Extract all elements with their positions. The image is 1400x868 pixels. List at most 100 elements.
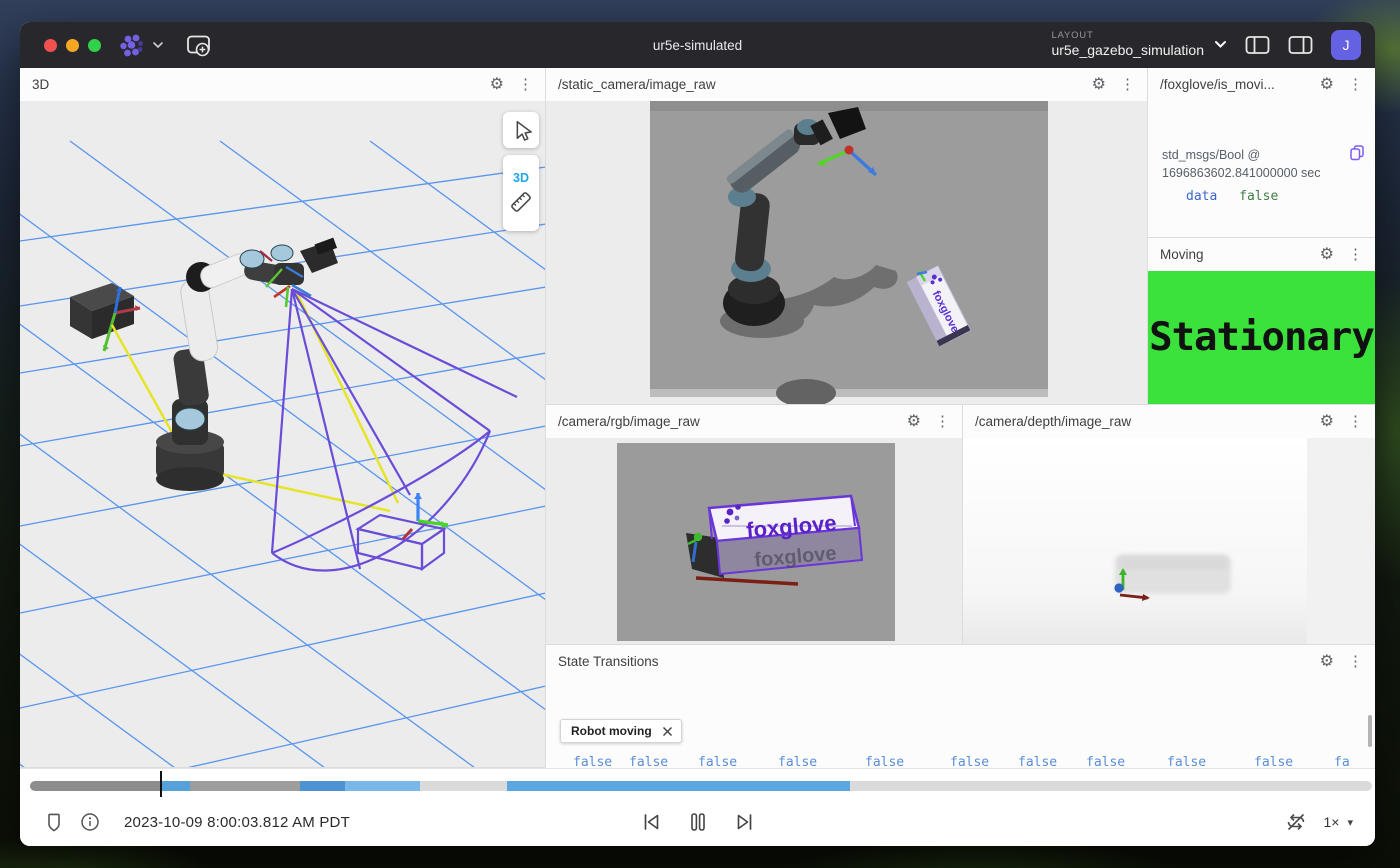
state-value-label: fa [1334, 755, 1350, 768]
depth-camera-image[interactable] [963, 438, 1375, 644]
scrubber-track[interactable] [30, 781, 1372, 791]
info-icon[interactable] [80, 812, 100, 832]
panel-menu-icon[interactable]: ⋮ [1340, 654, 1365, 669]
playback-speed-button[interactable]: 1× ▾ [1324, 814, 1354, 830]
panel-menu-icon[interactable]: ⋮ [927, 414, 952, 429]
layout-name: ur5e_gazebo_simulation [1051, 42, 1204, 58]
settings-gear-icon[interactable]: ⚙ [1314, 414, 1340, 430]
right-sidebar-toggle-button[interactable] [1288, 35, 1313, 55]
rgb-camera-image[interactable]: foxglove foxglove [546, 438, 962, 644]
scrubber-segment [345, 781, 420, 791]
scrubber-segment [850, 781, 1372, 791]
panel-menu-icon[interactable]: ⋮ [510, 77, 535, 92]
window-title: ur5e-simulated [653, 22, 742, 68]
playback-bar: 2023-10-09 8:00:03.812 AM PDT [20, 768, 1375, 846]
scrubber-segment [300, 781, 345, 791]
settings-gear-icon[interactable]: ⚙ [484, 77, 510, 93]
indicator-display: Stationary [1148, 271, 1375, 404]
chart-scrollbar[interactable] [1368, 715, 1372, 747]
state-value-label: false [865, 755, 904, 768]
indicator-value: Stationary [1149, 315, 1374, 360]
settings-gear-icon[interactable]: ⚙ [1314, 654, 1340, 670]
app-window: ur5e-simulated LAYOUT ur5e_gazebo_simula… [20, 22, 1375, 846]
panel-menu-icon[interactable]: ⋮ [1340, 414, 1365, 429]
panel-3d-header: 3D ⚙ ⋮ [20, 68, 545, 101]
speed-chevron-icon: ▾ [1347, 816, 1353, 829]
message-field-row[interactable]: data false [1186, 188, 1363, 207]
pause-button[interactable] [688, 811, 708, 833]
series-chip-label: Robot moving [571, 724, 652, 738]
cursor-icon [517, 122, 531, 140]
panel-menu-icon[interactable]: ⋮ [1340, 247, 1365, 262]
panel-depth-camera-header: /camera/depth/image_raw ⚙ ⋮ [963, 405, 1375, 438]
state-value-label: false [1086, 755, 1125, 768]
settings-gear-icon[interactable]: ⚙ [1314, 247, 1340, 263]
seek-backward-button[interactable] [640, 812, 662, 832]
panel-static-camera: /static_camera/image_raw ⚙ ⋮ [546, 68, 1148, 405]
measure-ruler-icon[interactable] [508, 189, 534, 223]
current-timestamp[interactable]: 2023-10-09 8:00:03.812 AM PDT [124, 814, 350, 831]
panel-menu-icon[interactable]: ⋮ [1112, 77, 1137, 92]
timeline-scrubber[interactable] [30, 775, 1372, 797]
raw-message-body: std_msgs/Bool @ 1696863602.841000000 sec… [1148, 134, 1375, 207]
settings-gear-icon[interactable]: ⚙ [1086, 77, 1112, 93]
titlebar: ur5e-simulated LAYOUT ur5e_gazebo_simula… [20, 22, 1375, 68]
panel-menu-icon[interactable]: ⋮ [1340, 77, 1365, 92]
state-value-label: false [778, 755, 817, 768]
playhead-marker[interactable] [160, 771, 162, 797]
field-key: data [1186, 189, 1217, 204]
field-value: false [1239, 189, 1278, 204]
settings-gear-icon[interactable]: ⚙ [1314, 77, 1340, 93]
series-close-icon[interactable] [662, 726, 673, 737]
3d-scene [20, 101, 546, 768]
state-value-label: false [950, 755, 989, 768]
state-value-label: false [1167, 755, 1206, 768]
3d-viewport[interactable]: 3D [20, 101, 545, 767]
panel-title: State Transitions [558, 654, 1314, 669]
user-avatar-button[interactable]: J [1331, 30, 1361, 60]
add-panel-button[interactable] [186, 34, 213, 57]
view-mode-button-group[interactable]: 3D [503, 155, 539, 231]
speed-value: 1× [1324, 814, 1340, 830]
scrubber-segment [190, 781, 300, 791]
panel-layout: 3D ⚙ ⋮ [20, 68, 1375, 768]
scrubber-segment [507, 781, 850, 791]
series-chip[interactable]: Robot moving [560, 719, 682, 743]
panel-title: /foxglove/is_movi... [1160, 77, 1314, 92]
static-camera-image[interactable]: foxglove [546, 101, 1147, 404]
data-source-shield-icon[interactable] [44, 812, 64, 833]
panel-title: Moving [1160, 247, 1314, 262]
desktop-background: ur5e-simulated LAYOUT ur5e_gazebo_simula… [0, 0, 1400, 868]
panel-rgb-camera-header: /camera/rgb/image_raw ⚙ ⋮ [546, 405, 962, 438]
app-menu-chevron-icon[interactable] [152, 41, 164, 49]
panel-3d: 3D ⚙ ⋮ [20, 68, 546, 768]
scrubber-segment [160, 781, 190, 791]
minimize-window-button[interactable] [66, 39, 79, 52]
select-tool-button[interactable] [503, 112, 539, 148]
layout-chevron-icon [1214, 40, 1227, 49]
layout-picker-button[interactable]: LAYOUT ur5e_gazebo_simulation [1051, 31, 1227, 58]
panel-title: 3D [32, 77, 484, 92]
copy-message-button[interactable] [1349, 144, 1365, 161]
scrubber-segment [30, 781, 160, 791]
foxglove-logo-icon [119, 33, 146, 58]
state-value-label: false [1018, 755, 1057, 768]
panel-static-camera-header: /static_camera/image_raw ⚙ ⋮ [546, 68, 1147, 101]
scrubber-segment [420, 781, 507, 791]
state-value-label: false [573, 755, 612, 768]
zoom-window-button[interactable] [88, 39, 101, 52]
state-value-label: false [698, 755, 737, 768]
state-value-label: false [1254, 755, 1293, 768]
close-window-button[interactable] [44, 39, 57, 52]
loop-disabled-icon[interactable] [1284, 811, 1308, 833]
3d-mode-toggle[interactable]: 3D [513, 163, 529, 189]
panel-raw-messages: /foxglove/is_movi... ⚙ ⋮ std_msgs/Bool @… [1148, 68, 1375, 238]
panel-title: /static_camera/image_raw [558, 77, 1086, 92]
settings-gear-icon[interactable]: ⚙ [901, 414, 927, 430]
state-value-label: false [629, 755, 668, 768]
left-sidebar-toggle-button[interactable] [1245, 35, 1270, 55]
panel-rgb-camera: /camera/rgb/image_raw ⚙ ⋮ [546, 405, 963, 645]
seek-forward-button[interactable] [734, 812, 756, 832]
camera-cube-marker [70, 283, 140, 351]
panel-raw-messages-header: /foxglove/is_movi... ⚙ ⋮ [1148, 68, 1375, 101]
